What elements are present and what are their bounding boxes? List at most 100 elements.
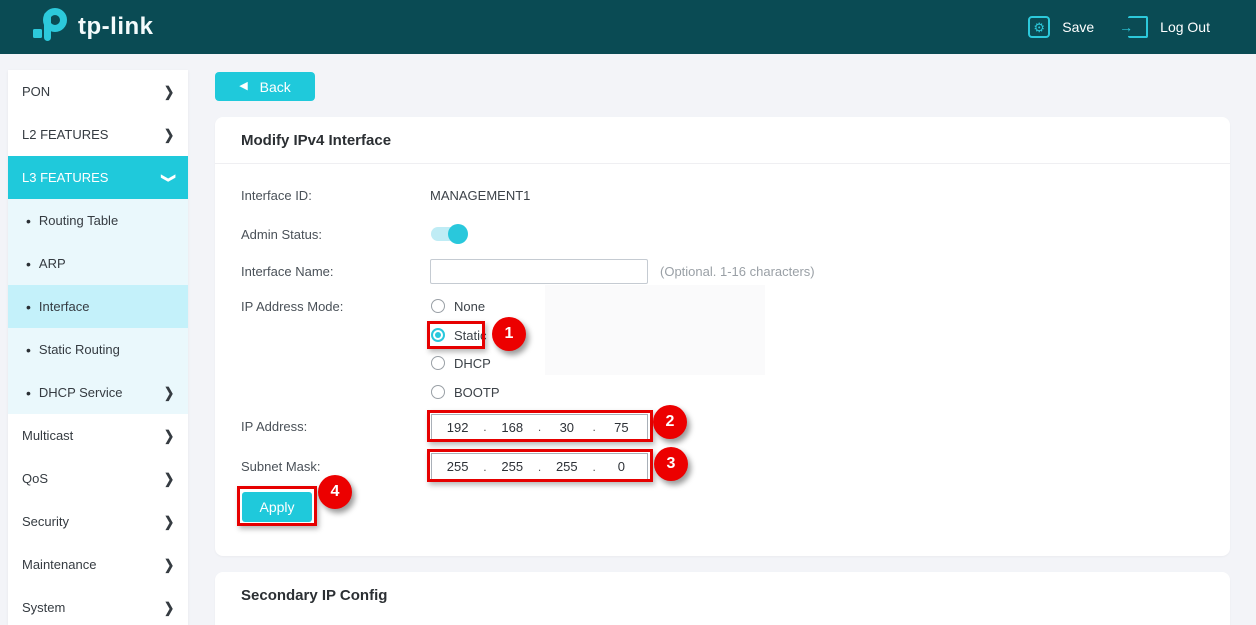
radio-label: BOOTP (454, 385, 500, 400)
ip-octet-3[interactable]: 30 (541, 420, 592, 435)
ip-mode-label: IP Address Mode: (241, 299, 343, 314)
secondary-panel-title: Secondary IP Config (241, 587, 387, 604)
ip-address-input[interactable]: 192 . 168 . 30 . 75 (431, 414, 648, 440)
back-label: Back (260, 79, 291, 95)
admin-status-toggle[interactable] (431, 227, 465, 241)
sidebar-item-qos[interactable]: QoS ❯ (8, 457, 188, 500)
mask-octet-3[interactable]: 255 (541, 459, 592, 474)
radio-label: Static (454, 328, 487, 343)
logout-button[interactable]: → Log Out (1128, 16, 1210, 38)
mask-octet-1[interactable]: 255 (432, 459, 483, 474)
tplink-logo-icon (30, 7, 70, 47)
brand-logo: tp-link (30, 7, 154, 47)
chevron-right-icon: ❯ (164, 384, 174, 400)
chevron-right-icon: ❯ (164, 556, 174, 572)
save-icon: ⚙ (1028, 16, 1050, 38)
radio-selected-icon (431, 328, 445, 342)
apply-button[interactable]: Apply (242, 492, 312, 522)
radio-icon (431, 299, 445, 313)
bullet-icon: • (26, 214, 31, 228)
modify-ipv4-panel: Modify IPv4 Interface Interface ID: MANA… (215, 117, 1230, 556)
sidebar-item-maintenance[interactable]: Maintenance ❯ (8, 543, 188, 586)
chevron-right-icon: ❯ (164, 126, 174, 142)
sidebar-item-label: ARP (39, 256, 174, 271)
chevron-down-icon: ❯ (161, 172, 177, 182)
annotation-badge-3: 3 (654, 447, 688, 481)
annotation-badge-1: 1 (492, 317, 526, 351)
subnet-mask-input[interactable]: 255 . 255 . 255 . 0 (431, 453, 648, 480)
sidebar-item-dhcp-service[interactable]: • DHCP Service ❯ (8, 371, 188, 414)
brand-name: tp-link (78, 13, 154, 41)
sidebar-item-label: Static Routing (39, 342, 174, 357)
radio-icon (431, 385, 445, 399)
annotation-badge-2: 2 (653, 405, 687, 439)
sidebar-item-label: L2 FEATURES (22, 127, 164, 142)
interface-id-label: Interface ID: (241, 188, 312, 203)
radio-label: None (454, 299, 485, 314)
sidebar-item-multicast[interactable]: Multicast ❯ (8, 414, 188, 457)
radio-label: DHCP (454, 356, 491, 371)
page-title: Modify IPv4 Interface (241, 132, 391, 149)
radio-none[interactable]: None (431, 296, 485, 316)
sidebar-item-security[interactable]: Security ❯ (8, 500, 188, 543)
sidebar-nav: PON ❯ L2 FEATURES ❯ L3 FEATURES ❯ • Rout… (8, 70, 188, 625)
radio-icon (431, 356, 445, 370)
sidebar-item-l3-features[interactable]: L3 FEATURES ❯ (8, 156, 188, 199)
bullet-icon: • (26, 386, 31, 400)
header-actions: ⚙ Save → Log Out (1028, 16, 1210, 38)
ip-octet-1[interactable]: 192 (432, 420, 483, 435)
sidebar-item-label: Security (22, 514, 164, 529)
toggle-knob (448, 224, 468, 244)
annotation-badge-4: 4 (318, 475, 352, 509)
l3-features-submenu: • Routing Table • ARP • Interface • Stat… (8, 199, 188, 414)
interface-name-hint: (Optional. 1-16 characters) (660, 264, 815, 279)
gear-icon: ⚙ (1033, 21, 1045, 34)
ip-octet-4[interactable]: 75 (596, 420, 647, 435)
sidebar-item-arp[interactable]: • ARP (8, 242, 188, 285)
sidebar-item-label: Multicast (22, 428, 164, 443)
radio-dhcp[interactable]: DHCP (431, 353, 491, 373)
bullet-icon: • (26, 300, 31, 314)
save-button[interactable]: ⚙ Save (1028, 16, 1094, 38)
sidebar-item-routing-table[interactable]: • Routing Table (8, 199, 188, 242)
subnet-mask-label: Subnet Mask: (241, 459, 321, 474)
mask-octet-2[interactable]: 255 (487, 459, 538, 474)
logout-label: Log Out (1160, 19, 1210, 35)
header-bar: tp-link ⚙ Save → Log Out (0, 0, 1256, 54)
chevron-right-icon: ❯ (164, 83, 174, 99)
sidebar-item-label: PON (22, 84, 164, 99)
sidebar-item-label: Interface (39, 299, 174, 314)
chevron-right-icon: ❯ (164, 513, 174, 529)
interface-name-label: Interface Name: (241, 264, 334, 279)
mask-octet-4[interactable]: 0 (596, 459, 647, 474)
sidebar-item-static-routing[interactable]: • Static Routing (8, 328, 188, 371)
chevron-right-icon: ❯ (164, 599, 174, 615)
divider (215, 163, 1230, 164)
interface-name-input[interactable] (430, 259, 648, 284)
sidebar-item-label: Routing Table (39, 213, 174, 228)
sidebar-item-l2-features[interactable]: L2 FEATURES ❯ (8, 113, 188, 156)
sidebar-item-pon[interactable]: PON ❯ (8, 70, 188, 113)
sidebar-item-label: QoS (22, 471, 164, 486)
admin-status-label: Admin Status: (241, 227, 322, 242)
back-button[interactable]: ◀ Back (215, 72, 315, 101)
interface-id-value: MANAGEMENT1 (430, 188, 530, 203)
ip-octet-2[interactable]: 168 (487, 420, 538, 435)
screenshot-artifact (545, 285, 765, 375)
secondary-ip-config-panel: Secondary IP Config (215, 572, 1230, 625)
sidebar-item-interface[interactable]: • Interface (8, 285, 188, 328)
radio-static[interactable]: Static (431, 325, 487, 345)
save-label: Save (1062, 19, 1094, 35)
arrow-right-icon: → (1119, 19, 1133, 35)
sidebar-item-label: System (22, 600, 164, 615)
logout-icon: → (1128, 16, 1148, 38)
chevron-right-icon: ❯ (164, 470, 174, 486)
radio-bootp[interactable]: BOOTP (431, 382, 500, 402)
sidebar-item-label: L3 FEATURES (22, 170, 164, 185)
sidebar-item-system[interactable]: System ❯ (8, 586, 188, 625)
bullet-icon: • (26, 257, 31, 271)
chevron-right-icon: ❯ (164, 427, 174, 443)
back-arrow-icon: ◀ (239, 81, 247, 92)
bullet-icon: • (26, 343, 31, 357)
sidebar-item-label: Maintenance (22, 557, 164, 572)
